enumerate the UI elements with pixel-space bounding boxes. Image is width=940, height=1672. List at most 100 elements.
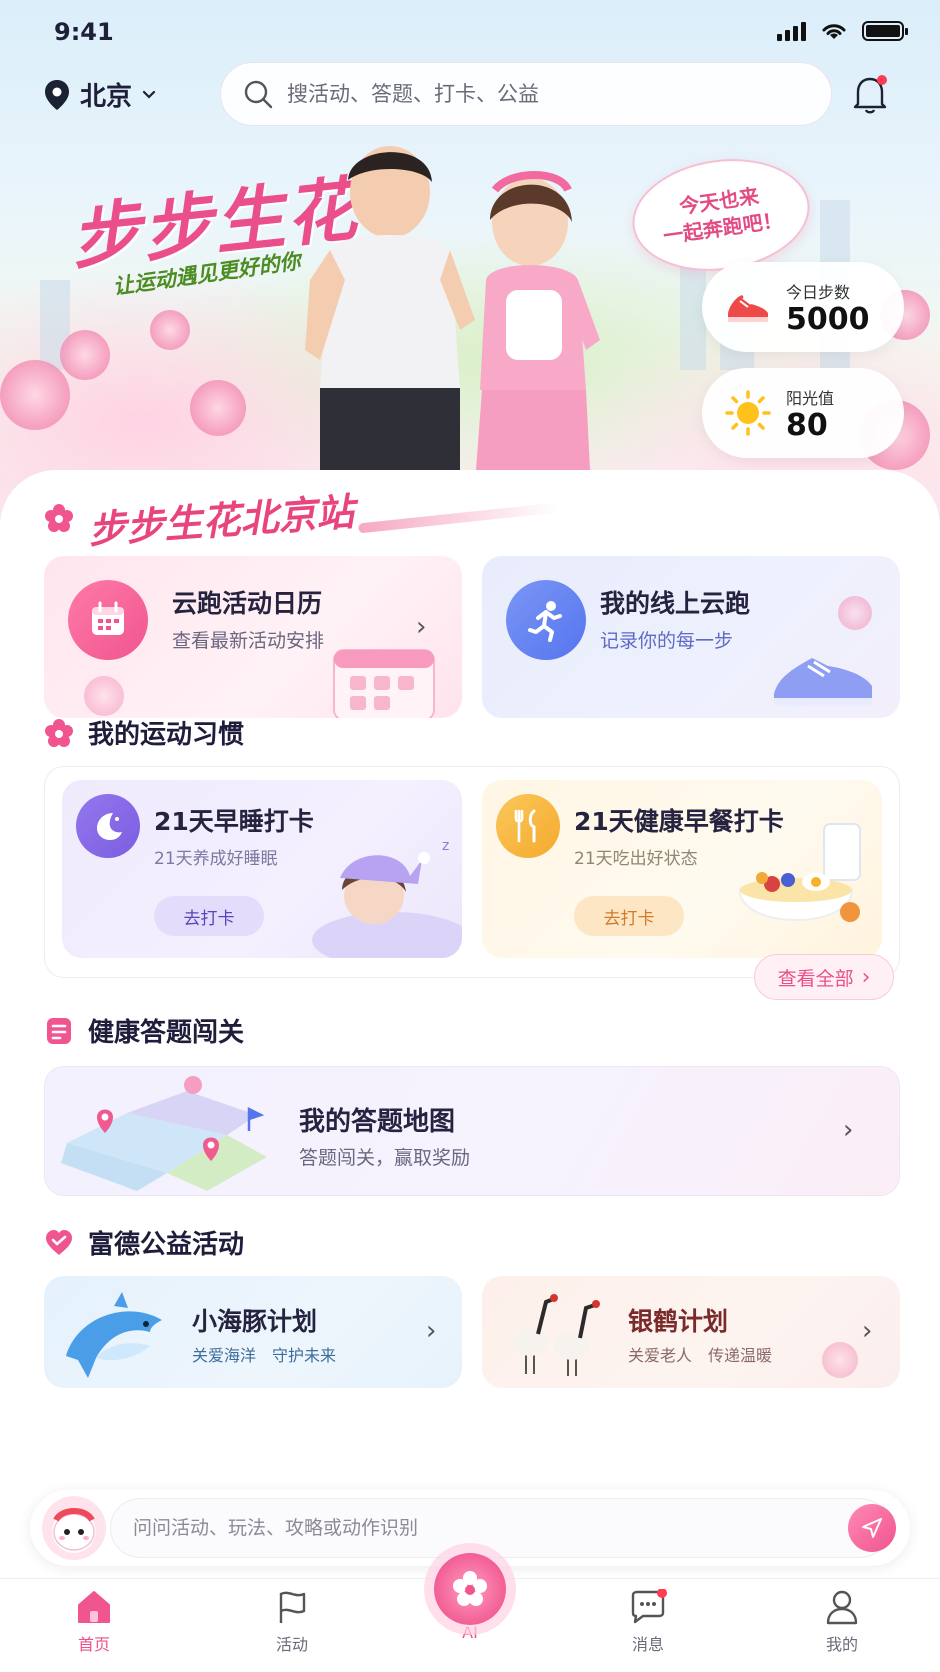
charity-section-title: 富德公益活动 (88, 1230, 245, 1260)
crane-plan-subtitle: 关爱老人 传递温暖 (628, 1346, 773, 1365)
tab-messages-label: 消息 (631, 1635, 664, 1654)
view-all-label: 查看全部 (777, 967, 854, 990)
tab-profile[interactable]: 我的 (782, 1589, 902, 1655)
crane-plan-card[interactable]: 银鹤计划 关爱老人 传递温暖 › (482, 1276, 900, 1388)
blossom-decoration (0, 360, 70, 430)
chevron-right-icon: › (862, 1316, 873, 1346)
battery-icon (862, 21, 908, 41)
crane-plan-title: 银鹤计划 (628, 1307, 729, 1336)
steps-label: 今日步数 (786, 282, 851, 302)
habit-card-sleep[interactable]: 21天早睡打卡 21天养成好睡眠 去打卡 z (62, 780, 462, 958)
quiz-card-title: 我的答题地图 (299, 1107, 456, 1137)
sunshine-card[interactable]: 阳光值 80 (702, 368, 904, 458)
tab-messages[interactable]: 消息 (588, 1589, 708, 1655)
sunshine-value: 80 (786, 407, 828, 443)
bottom-tab-bar: 首页 活动 AI 消息 我的 (0, 1553, 940, 1672)
ai-flower-button[interactable] (434, 1553, 506, 1625)
chevron-right-icon: › (843, 1115, 854, 1145)
steps-card[interactable]: 今日步数 5000 (702, 262, 904, 352)
tab-home-label: 首页 (77, 1635, 110, 1654)
online-run-title: 我的线上云跑 (600, 589, 751, 618)
svg-text:z: z (442, 838, 449, 854)
ai-input-field[interactable] (110, 1498, 890, 1558)
tab-profile-label: 我的 (825, 1635, 858, 1654)
main-content: 步步生花北京站 云跑活动日历 查看最新活动安排 › 我的线上云跑 记录你的每一步… (0, 470, 940, 1580)
chevron-down-icon (142, 90, 156, 99)
blossom-decoration (838, 596, 872, 630)
send-button[interactable] (848, 1504, 896, 1552)
status-bar: 9:41 (0, 14, 940, 50)
quiz-map-card[interactable]: 我的答题地图 答题闯关，赢取奖励 › (44, 1066, 900, 1196)
checkin-breakfast-button[interactable]: 去打卡 (574, 896, 684, 936)
notification-button[interactable] (850, 72, 890, 120)
habits-section-header: 我的运动习惯 (44, 714, 244, 751)
run-calendar-title: 云跑活动日历 (172, 589, 323, 618)
tab-activity[interactable]: 活动 (232, 1589, 352, 1655)
calendar-illustration (333, 649, 435, 718)
chevron-right-icon: › (416, 612, 427, 642)
brush-stroke-decoration (358, 502, 558, 533)
habit-sleep-subtitle: 21天养成好睡眠 (154, 849, 278, 869)
flower-icon (45, 503, 73, 532)
location-pin-icon (45, 79, 69, 110)
chevron-right-icon: › (426, 1316, 437, 1346)
breakfast-bowl-illustration (738, 823, 861, 922)
view-all-button[interactable]: 查看全部 › (754, 954, 894, 1000)
tab-ai[interactable]: AI (410, 1623, 530, 1642)
tab-activity-label: 活动 (275, 1635, 308, 1654)
crane-illustration (512, 1294, 600, 1376)
dolphin-plan-subtitle: 关爱海洋 守护未来 (192, 1346, 337, 1365)
chevron-right-icon: › (861, 964, 871, 990)
sunshine-label: 阳光值 (786, 388, 835, 408)
map-illustration (61, 1076, 267, 1191)
flower-icon (453, 1571, 487, 1606)
sneaker-illustration (774, 658, 872, 706)
shoe-icon (728, 295, 768, 322)
habits-section-title: 我的运动习惯 (88, 720, 245, 750)
online-run-card[interactable]: 我的线上云跑 记录你的每一步 (482, 556, 900, 718)
flag-icon (279, 1591, 306, 1623)
dolphin-plan-title: 小海豚计划 (192, 1307, 318, 1336)
quiz-section-title: 健康答题闯关 (88, 1018, 245, 1048)
search-bar[interactable] (220, 62, 832, 126)
send-icon (862, 1518, 882, 1538)
charity-section-header: 富德公益活动 (44, 1224, 244, 1261)
blossom-decoration (84, 676, 124, 716)
blossom-decoration (60, 330, 110, 380)
wifi-icon (822, 24, 846, 39)
ai-input[interactable] (133, 1517, 773, 1539)
quiz-doc-icon (47, 1017, 71, 1044)
calendar-icon (68, 580, 148, 660)
quiz-section-header: 健康答题闯关 (44, 1012, 244, 1049)
runner-icon (506, 580, 586, 660)
blossom-decoration (190, 380, 246, 436)
checkin-sleep-button[interactable]: 去打卡 (154, 896, 264, 936)
bell-icon (853, 75, 887, 114)
run-calendar-card[interactable]: 云跑活动日历 查看最新活动安排 › (44, 556, 462, 718)
blossom-decoration (150, 310, 190, 350)
moon-icon (76, 794, 140, 858)
habit-card-breakfast[interactable]: 21天健康早餐打卡 21天吃出好状态 去打卡 (482, 780, 882, 958)
home-icon (78, 1591, 110, 1623)
run-calendar-subtitle: 查看最新活动安排 (172, 630, 325, 652)
station-header: 步步生花北京站 (44, 489, 558, 552)
location-selector[interactable]: 北京 (44, 76, 156, 113)
cutlery-icon (496, 794, 560, 858)
status-time: 9:41 (54, 18, 114, 46)
search-input[interactable] (287, 82, 807, 106)
runners-illustration (305, 146, 600, 470)
tab-home[interactable]: 首页 (34, 1589, 154, 1655)
tab-ai-label: AI (462, 1623, 478, 1642)
signal-icon (777, 21, 806, 41)
online-run-subtitle: 记录你的每一步 (600, 630, 734, 652)
habit-breakfast-subtitle: 21天吃出好状态 (574, 849, 698, 869)
message-icon (631, 1589, 667, 1624)
quiz-card-subtitle: 答题闯关，赢取奖励 (299, 1147, 471, 1169)
sun-icon (725, 390, 771, 436)
habit-sleep-title: 21天早睡打卡 (154, 807, 314, 836)
mascot-avatar[interactable] (42, 1496, 106, 1560)
hero-banner: 9:41 北京 步步生花 让运动遇见更好的你 (0, 0, 940, 520)
search-icon (244, 80, 273, 109)
sleeping-girl-illustration: z (312, 838, 462, 958)
dolphin-plan-card[interactable]: 小海豚计划 关爱海洋 守护未来 › (44, 1276, 462, 1388)
